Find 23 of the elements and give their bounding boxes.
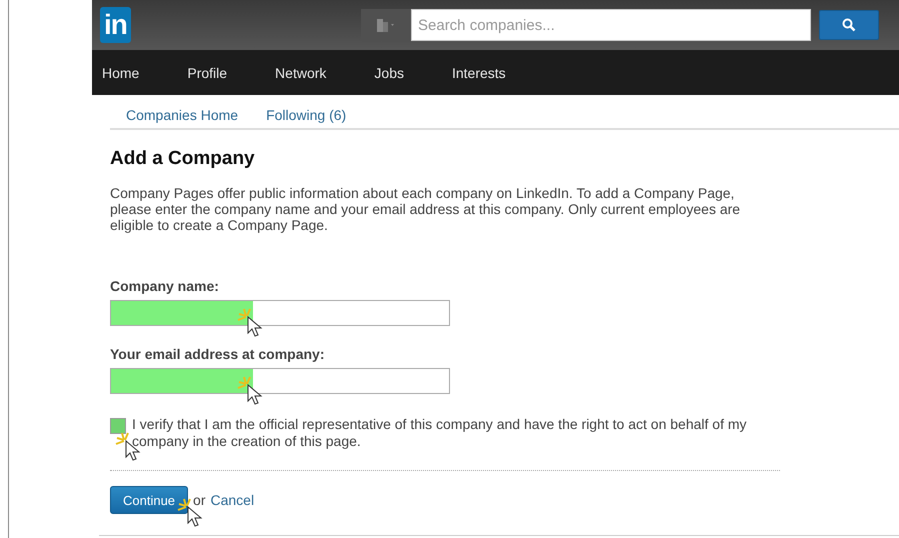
page-title: Add a Company [110, 148, 256, 170]
intro-text: Company Pages offer public information about each company on LinkedIn. To add a Company Page, please enter the company name and your email address at this company. Only current employees are eligible to create a Company Page. [110, 185, 742, 233]
nav-link[interactable]: Home [102, 64, 140, 80]
building-icon [375, 17, 397, 33]
logo[interactable]: in [100, 7, 131, 43]
search-icon [842, 18, 856, 32]
cancel-link[interactable]: Cancel [210, 492, 254, 508]
nav-link[interactable]: Network [275, 64, 326, 80]
verify-text: I verify that I am the official representative of this company and have the right to act on behalf of my company in the creation of this page. [132, 416, 748, 450]
nav-link[interactable]: Interests [452, 64, 506, 80]
nav-link[interactable]: Profile [187, 64, 228, 80]
search-field[interactable]: Search companies... [411, 9, 811, 41]
field-label: Your email address at company: [110, 346, 326, 362]
field-label: Company name: [110, 278, 220, 294]
checkbox[interactable] [110, 418, 126, 434]
or-text: or [193, 492, 206, 508]
nav-link[interactable]: Jobs [374, 64, 404, 80]
input-field[interactable] [110, 300, 450, 326]
subnav-link[interactable]: Following (6) [266, 107, 346, 123]
continue-button[interactable]: Continue [110, 486, 188, 514]
subnav-link[interactable]: Companies Home [126, 107, 238, 123]
input-field[interactable] [110, 368, 450, 394]
search-button[interactable] [819, 10, 879, 40]
